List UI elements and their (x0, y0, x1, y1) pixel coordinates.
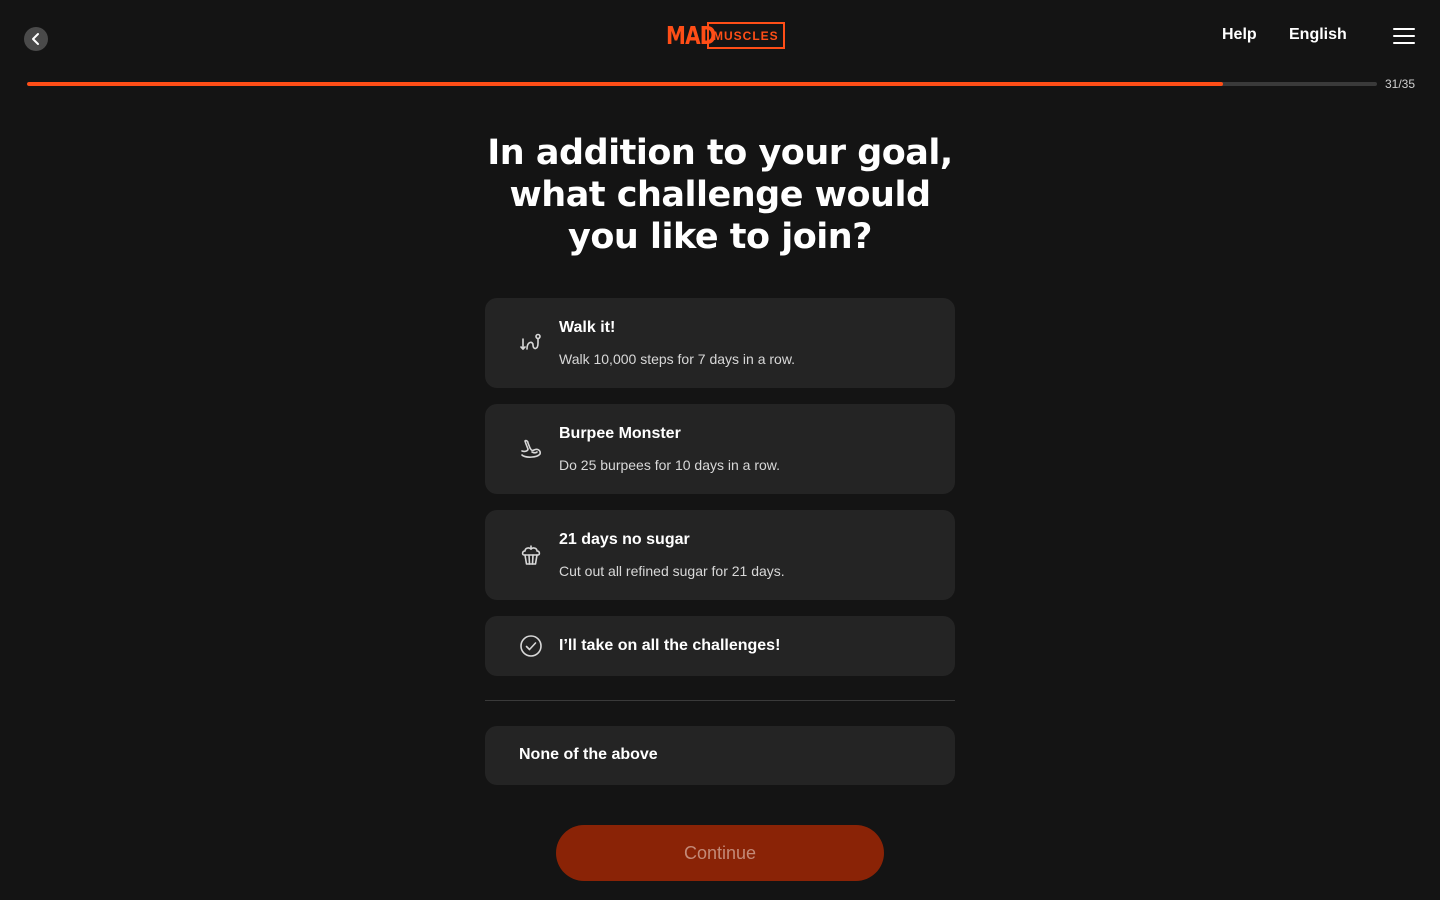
logo-muscles-text: MUSCLES (707, 22, 785, 49)
progress-counter: 31/35 (1385, 77, 1416, 91)
menu-line (1393, 35, 1415, 37)
option-walk-it[interactable]: Walk it! Walk 10,000 steps for 7 days in… (485, 298, 955, 388)
option-title: I’ll take on all the challenges! (559, 637, 781, 654)
option-title: None of the above (519, 746, 658, 763)
option-no-sugar[interactable]: 21 days no sugar Cut out all refined sug… (485, 510, 955, 600)
option-title: 21 days no sugar (559, 531, 690, 548)
chevron-left-icon (32, 33, 39, 45)
brand-logo[interactable]: MAD MUSCLES (666, 22, 785, 49)
progress-fill (27, 82, 1224, 86)
back-button[interactable] (24, 27, 48, 51)
progress-bar (27, 82, 1377, 86)
check-circle-icon (519, 634, 543, 658)
page-title: In addition to your goal, what challenge… (487, 133, 953, 257)
page: MAD MUSCLES Help English 31/35 In additi… (0, 0, 1440, 900)
option-description: Do 25 burpees for 10 days in a row. (559, 457, 781, 473)
option-all-challenges[interactable]: I’ll take on all the challenges! (485, 616, 955, 676)
option-description: Walk 10,000 steps for 7 days in a row. (559, 351, 796, 367)
option-title: Walk it! (559, 319, 616, 336)
logo-mad-text: MAD (666, 21, 716, 50)
language-selector[interactable]: English (1289, 26, 1347, 44)
flexed-arm-icon (519, 437, 543, 461)
hamburger-menu-icon[interactable] (1393, 28, 1415, 44)
cupcake-icon (519, 543, 543, 567)
continue-button[interactable]: Continue (556, 825, 884, 881)
divider (485, 700, 955, 701)
help-link[interactable]: Help (1222, 26, 1257, 44)
option-burpee-monster[interactable]: Burpee Monster Do 25 burpees for 10 days… (485, 404, 955, 494)
menu-line (1393, 28, 1415, 30)
menu-line (1393, 42, 1415, 44)
option-none-of-the-above[interactable]: None of the above (485, 726, 955, 785)
option-title: Burpee Monster (559, 425, 681, 442)
walk-route-icon (519, 331, 543, 355)
option-description: Cut out all refined sugar for 21 days. (559, 563, 785, 579)
